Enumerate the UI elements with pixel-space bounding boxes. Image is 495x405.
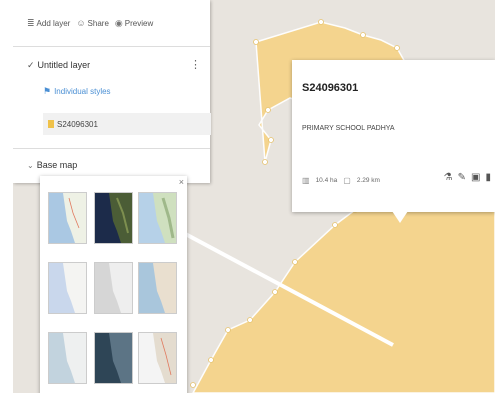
share-button[interactable]: ☺ Share [76, 18, 109, 28]
basemap-thumb-map[interactable] [48, 192, 87, 244]
feature-info-popup: S24096301 PRIMARY SCHOOL PADHYA ▥ 10.4 h… [292, 60, 495, 212]
feature-label: S24096301 [57, 119, 98, 129]
camera-icon[interactable]: ▣ [471, 172, 480, 183]
perimeter-icon: ▢ [343, 176, 351, 185]
window-bottom-border [0, 393, 495, 405]
share-icon: ☺ [76, 18, 86, 28]
basemap-thumb-dark-landmass[interactable] [94, 332, 133, 384]
panel-divider [13, 148, 210, 149]
layer-visibility-checkbox[interactable]: ✓ [27, 60, 35, 71]
basemap-thumb-whitewater[interactable] [138, 332, 177, 384]
basemap-thumb-terrain[interactable] [138, 192, 177, 244]
basemap-toggle[interactable]: ⌄ Base map [27, 160, 77, 170]
basemap-picker: × [40, 176, 187, 398]
preview-label: Preview [124, 18, 154, 28]
preview-icon: ◉ [114, 17, 123, 28]
preview-button[interactable]: ◉ Preview [115, 18, 153, 29]
toolbar-divider [13, 46, 210, 47]
basemap-label: Base map [36, 160, 78, 170]
add-layer-button[interactable]: ≣ Add layer [27, 18, 70, 29]
delete-icon[interactable]: ▮ [485, 172, 491, 183]
map-editor-window: ≣ Add layer ☺ Share ◉ Preview ✓ Untitled… [0, 0, 495, 405]
popup-perimeter: 2.29 km [356, 177, 380, 184]
chevron-down-icon: ⌄ [27, 160, 34, 170]
basemap-thumb-simple-atlas[interactable] [138, 262, 177, 314]
window-left-border [0, 0, 13, 405]
basemap-thumb-light-landmass[interactable] [48, 332, 87, 384]
layer-toolbar: ≣ Add layer ☺ Share ◉ Preview [13, 12, 210, 34]
layer-name[interactable]: Untitled layer [38, 60, 91, 70]
popup-tail [392, 211, 408, 223]
add-layer-label: Add layer [36, 18, 71, 28]
individual-styles-label: Individual styles [54, 87, 111, 96]
basemap-thumb-satellite[interactable] [94, 192, 133, 244]
basemap-thumb-mono-city[interactable] [94, 262, 133, 314]
paint-roller-icon: ⚑ [43, 86, 52, 96]
layer-panel: ≣ Add layer ☺ Share ◉ Preview ✓ Untitled… [13, 0, 211, 183]
style-bucket-icon[interactable]: ⚗ [444, 172, 453, 183]
layer-options-menu-icon[interactable]: ⋮ [190, 58, 201, 72]
feature-list-item[interactable]: S24096301 [43, 113, 211, 135]
edit-pencil-icon[interactable]: ✎ [458, 172, 466, 183]
add-layer-icon: ≣ [27, 17, 35, 28]
popup-actions: ⚗ ✎ ▣ ▮ [444, 172, 491, 183]
popup-measurements: ▥ 10.4 ha ▢ 2.29 km [302, 176, 380, 185]
popup-area: 10.4 ha [315, 177, 338, 184]
close-icon[interactable]: × [179, 177, 184, 187]
popup-title: S24096301 [302, 82, 359, 94]
area-icon: ▥ [302, 176, 310, 185]
share-label: Share [87, 18, 109, 28]
popup-description: PRIMARY SCHOOL PADHYA [302, 125, 395, 132]
feature-color-swatch [48, 120, 54, 128]
layer-row[interactable]: ✓ Untitled layer ⋮ [27, 58, 207, 72]
individual-styles-link[interactable]: ⚑ Individual styles [43, 86, 111, 97]
basemap-thumb-light-political[interactable] [48, 262, 87, 314]
